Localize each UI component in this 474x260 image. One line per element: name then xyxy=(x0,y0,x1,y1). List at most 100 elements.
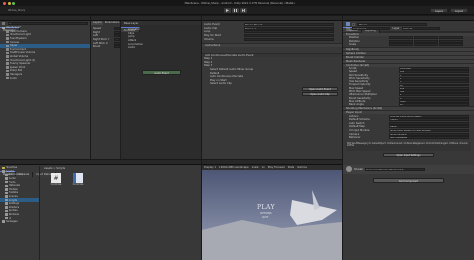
hierarchy-item-label: Spawn Point xyxy=(9,65,26,69)
step-button[interactable] xyxy=(240,7,247,13)
project-tree-label: Prefabs xyxy=(8,191,19,195)
tab-layers[interactable]: Layers xyxy=(91,21,103,25)
transform-value-field[interactable] xyxy=(389,39,413,43)
player-input-label: UI Input Module xyxy=(349,129,370,133)
gameobject-icon xyxy=(6,55,9,58)
project-panel: ProjectConsoleInput Debug FavoritesAsset… xyxy=(0,160,201,260)
play-controls xyxy=(224,7,247,13)
parameter-value[interactable] xyxy=(114,38,120,42)
layout-dropdown[interactable]: Layout xyxy=(450,8,468,13)
step-label: Step 2 xyxy=(204,60,213,64)
transform-value-field[interactable] xyxy=(389,43,413,47)
active-checkbox[interactable] xyxy=(352,22,355,26)
game-viewport[interactable] xyxy=(202,170,342,260)
hierarchy-item-label: Environment xyxy=(9,47,27,51)
project-tree-item[interactable]: Packages xyxy=(0,220,39,224)
audio-action-button[interactable]: Open Audio Event xyxy=(302,86,338,91)
controller-field-value[interactable]: 45 xyxy=(399,103,469,107)
hierarchy-search-input[interactable] xyxy=(7,22,88,25)
folder-icon xyxy=(5,184,8,188)
parameter-label: Right Stick Y xyxy=(93,38,110,42)
layers-dropdown[interactable]: Layers xyxy=(430,8,448,13)
player-input-value[interactable] xyxy=(389,121,469,125)
transform-value-field[interactable] xyxy=(414,43,438,47)
animator-row-label: Audio xyxy=(128,46,136,50)
player-input-value[interactable]: <Any> xyxy=(389,118,469,122)
open-input-settings-button[interactable]: Open Input Settings xyxy=(383,152,434,157)
audio-field-label: Volume xyxy=(204,37,214,41)
hierarchy-item[interactable]: Audio xyxy=(0,76,90,80)
shader-dropdown[interactable]: Universal Render Pipeline/Lit xyxy=(365,167,426,171)
parameter-item[interactable]: Boost xyxy=(91,45,120,49)
player-input-label: Behavior xyxy=(349,136,361,140)
audio-field-label: Play On Start xyxy=(204,34,222,38)
audio-field-value[interactable]: Stereo 1 xyxy=(244,26,334,30)
project-tree-label: Assets xyxy=(5,169,14,173)
gizmos-button[interactable]: Gizmos xyxy=(297,166,307,169)
player-input-value[interactable]: None (Camera) xyxy=(389,132,469,136)
audio-field-value[interactable] xyxy=(244,34,334,38)
note-text: Default xyxy=(210,71,220,75)
parameter-value[interactable] xyxy=(114,30,120,34)
maximize-icon[interactable] xyxy=(12,1,15,5)
add-icon[interactable] xyxy=(2,22,5,25)
game-menu-option-2[interactable]: QUIT xyxy=(262,216,268,219)
parameter-value[interactable] xyxy=(114,27,120,31)
folder-icon xyxy=(2,220,5,223)
transform-value-field[interactable] xyxy=(439,39,463,43)
file-item[interactable]: Controls xyxy=(72,173,84,186)
window-controls[interactable] xyxy=(3,1,15,5)
project-breadcrumb: Assets > Scripts xyxy=(44,167,66,170)
stats-button[interactable]: Stats xyxy=(288,166,295,169)
transform-value-field[interactable] xyxy=(414,39,438,43)
hierarchy-item-label: Main Camera xyxy=(9,29,27,33)
file-controls[interactable]: # Controls Controls xyxy=(50,173,84,186)
audio-field-label: Audio Clip xyxy=(204,26,218,30)
play-focused-dropdown[interactable]: Play Focused xyxy=(268,166,285,169)
play-icon xyxy=(226,8,229,12)
instructions-header[interactable]: Instructions xyxy=(202,42,342,47)
transform-value-field[interactable] xyxy=(389,36,413,40)
animator-row[interactable]: Audio xyxy=(122,46,201,50)
resolution-dropdown[interactable]: 1920x1080 Landscape xyxy=(219,166,249,169)
script-icon xyxy=(73,173,83,183)
instruction-notes: Step 1 Step 2 Step 3 Select Default Audio M… xyxy=(202,57,342,96)
pause-button[interactable] xyxy=(232,7,239,13)
parameter-value[interactable] xyxy=(114,41,120,45)
parameter-value[interactable] xyxy=(114,34,120,38)
tab-parameters[interactable]: Parameters xyxy=(103,21,120,25)
play-button[interactable] xyxy=(224,7,231,13)
file-name: Controls xyxy=(50,183,62,186)
close-icon[interactable] xyxy=(3,1,6,5)
account-label[interactable]: Widow_Sharp xyxy=(8,9,25,12)
player-input-value[interactable]: Player xyxy=(389,125,469,129)
audio-field-value[interactable] xyxy=(244,30,334,34)
audio-field-value[interactable]: Player Thrust xyxy=(244,23,334,27)
player-input-value[interactable]: None (Input System UI Input Module) xyxy=(389,129,469,133)
file-item[interactable]: # Controls xyxy=(50,173,62,186)
game-panel: Game Display 1 1920x1080 Landscape Scale… xyxy=(202,160,342,260)
minimize-icon[interactable] xyxy=(7,1,11,5)
game-menu-option-1[interactable]: OPTIONS xyxy=(260,212,272,215)
audio-field-value[interactable] xyxy=(244,37,334,41)
audio-action-button[interactable]: Open Audio Clip xyxy=(302,91,338,96)
animator-state-node[interactable]: Audio Event xyxy=(142,69,181,75)
player-input-value[interactable]: Controls (Input Action Asset) xyxy=(389,114,469,118)
transform-value-field[interactable] xyxy=(414,36,438,40)
add-component-button[interactable]: Add Component xyxy=(373,177,444,183)
layer-dropdown[interactable]: Default xyxy=(401,27,440,30)
component-list: Rigidbody Sphere Collider Boost Collider Me… xyxy=(343,46,474,67)
parameter-value[interactable] xyxy=(114,45,120,49)
object-name-field[interactable]: Player xyxy=(357,22,427,26)
transform-value-field[interactable] xyxy=(439,36,463,40)
scale-label: Scale xyxy=(251,166,259,169)
component-title: Sphere Collider xyxy=(346,51,366,55)
player-input-value[interactable]: Send Messages xyxy=(389,136,469,140)
tag-dropdown[interactable]: Untagged xyxy=(352,27,391,30)
scale-value[interactable]: 1x xyxy=(262,166,265,169)
gameobject-icon xyxy=(6,30,9,33)
project-tree-label: Settings xyxy=(8,202,20,206)
shader-label: Shader xyxy=(354,167,364,171)
transform-value-field[interactable] xyxy=(439,43,463,47)
display-dropdown[interactable]: Display 1 xyxy=(204,166,216,169)
